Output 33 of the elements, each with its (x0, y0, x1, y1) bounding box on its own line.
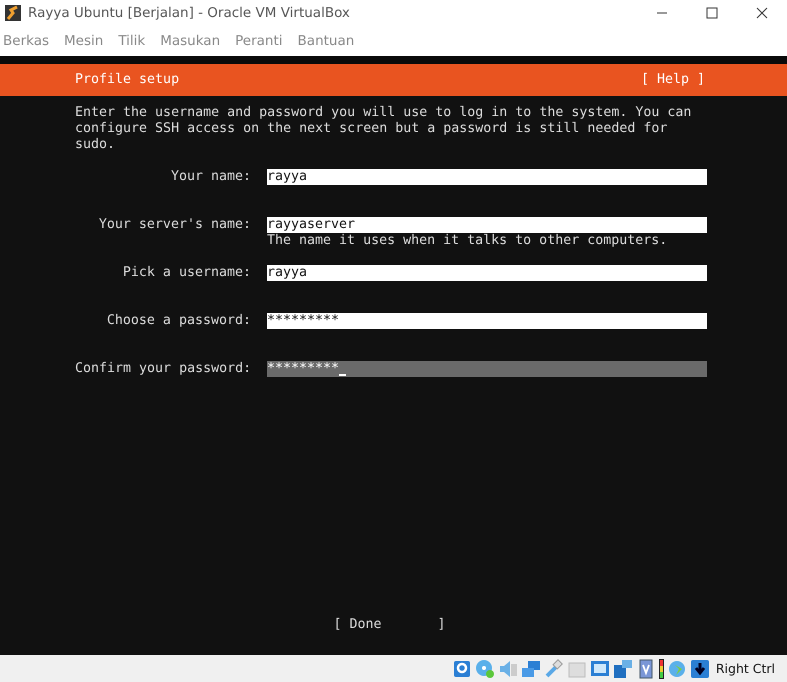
maximize-icon[interactable] (706, 7, 718, 19)
download-icon[interactable] (690, 658, 710, 678)
menu-item[interactable]: Bantuan (298, 33, 354, 49)
screen-capture-icon[interactable] (612, 658, 633, 678)
input-field[interactable]: rayya (267, 169, 707, 185)
menu-item[interactable]: Peranti (235, 33, 283, 49)
menu-item[interactable]: Mesin (64, 33, 104, 49)
app-icon (4, 4, 22, 22)
field-label: Your server's name: (98, 217, 251, 233)
input-field[interactable]: ********* (267, 361, 707, 377)
usb-icon[interactable] (544, 658, 564, 678)
menu-item[interactable]: Masukan (160, 33, 220, 49)
help-button[interactable]: [ Help ] (640, 72, 705, 88)
optical-disc-icon[interactable] (474, 658, 495, 678)
activity-meter-icon (658, 658, 664, 678)
field-label: Choose a password: (106, 313, 251, 329)
field-label: Your name: (170, 169, 251, 185)
host-key-label: Right Ctrl (716, 661, 775, 676)
intro-text: Enter the username and password you will use to log in to the system. You can configure SSH access on the next screen but a password is still needed for sudo. (75, 105, 692, 153)
field-hint: The name it uses when it talks to other computers. (267, 233, 668, 249)
close-icon[interactable] (756, 7, 768, 19)
input-field[interactable]: ********* (267, 313, 707, 329)
input-field[interactable]: rayyaserver (267, 217, 707, 233)
menu-item[interactable]: Berkas (3, 33, 50, 49)
done-button[interactable]: [ Done ] (333, 617, 446, 633)
field-label: Pick a username: (122, 265, 251, 281)
screen-title: Profile setup (75, 72, 180, 88)
window-title: Rayya Ubuntu [Berjalan] - Oracle VM VirtualBox (28, 5, 351, 21)
menu-item[interactable]: Tilik (118, 33, 146, 49)
display-icon[interactable] (590, 658, 610, 678)
input-field[interactable]: rayya (267, 265, 707, 281)
network-icon[interactable] (520, 658, 541, 678)
field-label: Confirm your password: (75, 361, 251, 377)
